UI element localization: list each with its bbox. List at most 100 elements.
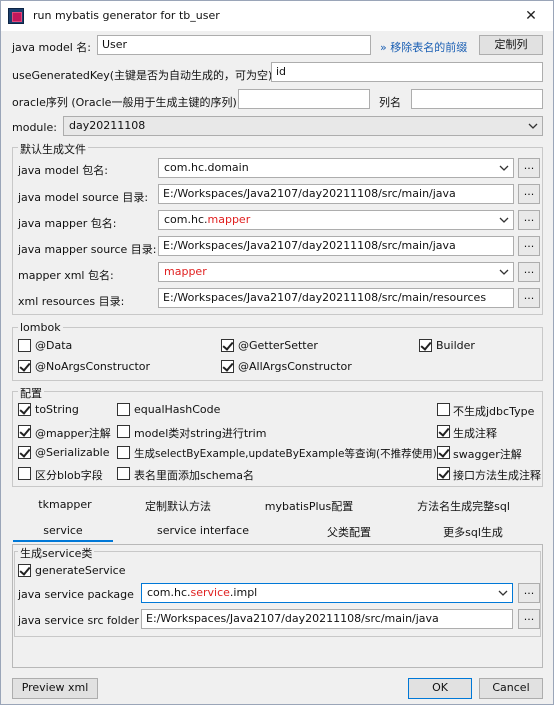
tab-parent-class[interactable]: 父类配置 (301, 524, 397, 540)
lombok-getter-setter-label: @GetterSetter (238, 339, 318, 352)
module-value: day20211108 (69, 119, 146, 132)
tab-service-interface[interactable]: service interface (141, 524, 265, 537)
equal-hash-code-label: equalHashCode (134, 403, 221, 416)
mapper-annotation-checkbox[interactable] (18, 425, 31, 438)
close-icon[interactable]: ✕ (521, 6, 541, 26)
lombok-all-args-checkbox[interactable] (221, 360, 234, 373)
lombok-data-label: @Data (35, 339, 73, 352)
schema-name-checkbox[interactable] (117, 467, 130, 480)
serializable-label: @Serializable (35, 446, 110, 459)
oracle-sequence-input[interactable] (238, 89, 370, 109)
preview-xml-button[interactable]: Preview xml (12, 678, 98, 699)
model-package-value: com.hc.domain (164, 161, 249, 174)
cancel-button[interactable]: Cancel (479, 678, 543, 699)
mapper-annotation-label: @mapper注解 (35, 427, 111, 440)
service-src-browse-button[interactable]: ... (518, 609, 540, 629)
model-source-browse-button[interactable]: ... (518, 184, 540, 204)
module-label: module: (12, 121, 57, 134)
lombok-builder-label: Builder (436, 339, 475, 352)
default-files-title: 默认生成文件 (18, 141, 88, 157)
generator-dialog: run mybatis generator for tb_user ✕ java… (0, 0, 554, 705)
blob-field-label: 区分blob字段 (35, 469, 103, 482)
java-model-label: java model 名: (12, 41, 91, 54)
model-source-label: java model source 目录: (18, 191, 149, 204)
chevron-down-icon (499, 165, 509, 171)
gen-comment-checkbox[interactable] (437, 425, 450, 438)
title-bar: run mybatis generator for tb_user ✕ (1, 1, 553, 31)
column-name-input[interactable] (411, 89, 543, 109)
mapper-source-label: java mapper source 目录: (18, 243, 157, 256)
mapper-package-value: com.hc.mapper (164, 213, 251, 226)
remove-prefix-link[interactable]: » 移除表名的前缀 (380, 39, 467, 55)
mapper-xml-browse-button[interactable]: ... (518, 262, 540, 282)
xml-resources-label: xml resources 目录: (18, 295, 125, 308)
swagger-checkbox[interactable] (437, 446, 450, 459)
xml-resources-browse-button[interactable]: ... (518, 288, 540, 308)
app-icon (8, 8, 24, 24)
mapper-package-browse-button[interactable]: ... (518, 210, 540, 230)
mapper-xml-value: mapper (164, 265, 207, 278)
custom-column-button[interactable]: 定制列 (479, 35, 543, 55)
serializable-checkbox[interactable] (18, 446, 31, 459)
model-trim-checkbox[interactable] (117, 425, 130, 438)
generate-service-checkbox[interactable] (18, 564, 31, 577)
no-jdbc-type-checkbox[interactable] (437, 403, 450, 416)
mapper-source-browse-button[interactable]: ... (518, 236, 540, 256)
lombok-builder-checkbox[interactable] (419, 339, 432, 352)
swagger-label: swagger注解 (453, 448, 522, 461)
model-package-browse-button[interactable]: ... (518, 158, 540, 178)
lombok-data-checkbox[interactable] (18, 339, 31, 352)
ok-button[interactable]: OK (408, 678, 472, 699)
module-select[interactable]: day20211108 (63, 116, 543, 136)
tab-custom-default[interactable]: 定制默认方法 (126, 498, 230, 514)
active-tab-indicator (13, 540, 113, 542)
model-package-select[interactable]: com.hc.domain (158, 158, 514, 178)
java-model-input[interactable]: User (97, 35, 371, 55)
chevron-down-icon (499, 269, 509, 275)
service-package-browse-button[interactable]: ... (518, 583, 540, 603)
schema-name-label: 表名里面添加schema名 (134, 469, 254, 482)
model-trim-label: model类对string进行trim (134, 427, 267, 440)
service-package-select[interactable]: com.hc.service.impl (141, 583, 513, 603)
mapper-package-select[interactable]: com.hc.mapper (158, 210, 514, 230)
mapper-xml-select[interactable]: mapper (158, 262, 514, 282)
service-src-input[interactable]: E:/Workspaces/Java2107/day20211108/src/m… (141, 609, 513, 629)
column-name-label: 列名 (379, 96, 401, 109)
lombok-no-args-label: @NoArgsConstructor (35, 360, 151, 373)
tab-more-sql[interactable]: 更多sql生成 (421, 524, 525, 540)
lombok-getter-setter-checkbox[interactable] (221, 339, 234, 352)
model-source-input[interactable]: E:/Workspaces/Java2107/day20211108/src/m… (158, 184, 514, 204)
use-generated-key-input[interactable]: id (271, 62, 543, 82)
service-src-label: java service src folder (18, 614, 139, 627)
interface-comment-label: 接口方法生成注释 (453, 469, 541, 482)
xml-resources-input[interactable]: E:/Workspaces/Java2107/day20211108/src/m… (158, 288, 514, 308)
tab-service[interactable]: service (13, 524, 113, 537)
mapper-package-label: java mapper 包名: (18, 217, 117, 230)
to-string-checkbox[interactable] (18, 403, 31, 416)
service-group-title: 生成service类 (18, 545, 95, 561)
chevron-down-icon (498, 590, 508, 596)
tab-tkmapper[interactable]: tkmapper (13, 498, 117, 511)
interface-comment-checkbox[interactable] (437, 467, 450, 480)
chevron-down-icon (499, 217, 509, 223)
generate-service-label: generateService (35, 564, 126, 577)
mapper-source-input[interactable]: E:/Workspaces/Java2107/day20211108/src/m… (158, 236, 514, 256)
select-by-example-label: 生成selectByExample,updateByExample等查询(不推荐… (134, 448, 437, 460)
lombok-all-args-label: @AllArgsConstructor (238, 360, 352, 373)
service-package-label: java service package (18, 588, 134, 601)
use-generated-key-label: useGeneratedKey(主键是否为自动生成的，可为空): (12, 69, 277, 82)
model-package-label: java model 包名: (18, 164, 108, 177)
lombok-no-args-checkbox[interactable] (18, 360, 31, 373)
tab-mybatis-plus[interactable]: mybatisPlus配置 (249, 498, 369, 514)
select-by-example-checkbox[interactable] (117, 446, 130, 459)
config-title: 配置 (18, 385, 44, 401)
gen-comment-label: 生成注释 (453, 427, 497, 440)
blob-field-checkbox[interactable] (18, 467, 31, 480)
no-jdbc-type-label: 不生成jdbcType (453, 405, 535, 418)
tab-full-sql[interactable]: 方法名生成完整sql (401, 498, 526, 514)
equal-hash-code-checkbox[interactable] (117, 403, 130, 416)
service-package-value: com.hc.service.impl (147, 586, 258, 599)
mapper-xml-label: mapper xml 包名: (18, 269, 114, 282)
chevron-down-icon (528, 123, 538, 129)
oracle-sequence-label: oracle序列 (Oracle一般用于生成主键的序列) (12, 96, 237, 109)
